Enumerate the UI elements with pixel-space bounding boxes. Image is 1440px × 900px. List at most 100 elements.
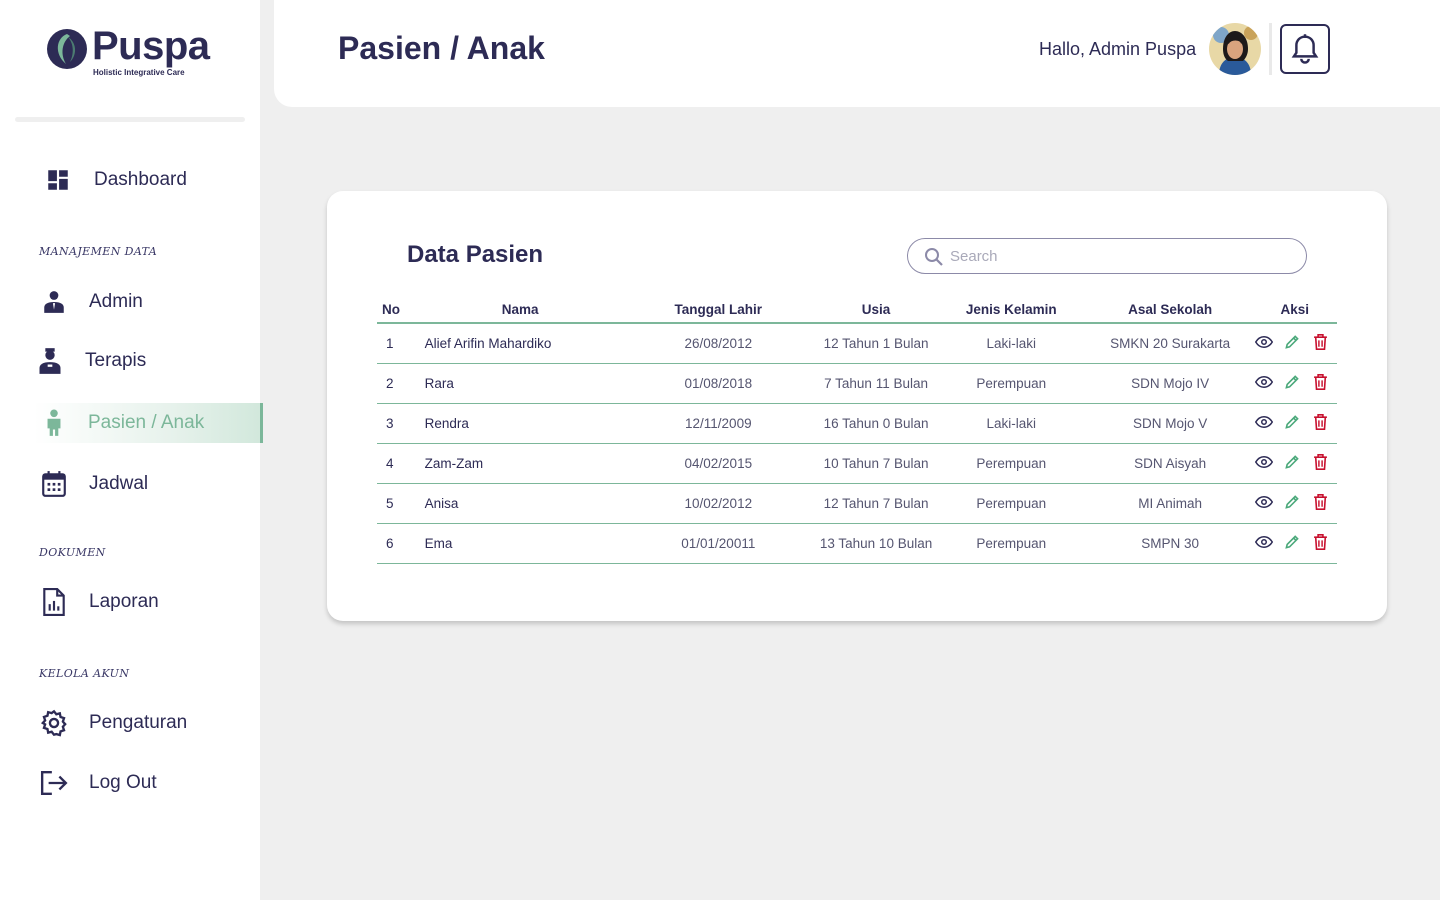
- view-button[interactable]: [1254, 414, 1274, 432]
- eye-icon: [1254, 335, 1274, 352]
- gear-icon: [38, 707, 70, 739]
- table-body: 1 Alief Arifin Mahardiko 26/08/2012 12 Tahu…: [377, 323, 1337, 564]
- column-header-tanggal-lahir[interactable]: Tanggal Lahir: [621, 295, 815, 324]
- cell-actions: [1254, 323, 1337, 364]
- cell-nama: Zam-Zam: [418, 443, 622, 484]
- delete-button[interactable]: [1311, 533, 1329, 553]
- dashboard-icon: [42, 164, 74, 196]
- view-button[interactable]: [1254, 454, 1274, 472]
- column-header-jenis-kelamin[interactable]: Jenis Kelamin: [937, 295, 1086, 324]
- column-header-nama[interactable]: Nama: [418, 295, 622, 324]
- cell-actions: [1254, 403, 1337, 444]
- edit-button[interactable]: [1283, 414, 1301, 432]
- sidebar-item-laporan[interactable]: Laporan: [0, 582, 262, 622]
- calendar-icon: [38, 468, 70, 500]
- cell-usia: 16 Tahun 0 Bulan: [815, 403, 938, 444]
- view-button[interactable]: [1254, 494, 1274, 512]
- edit-button[interactable]: [1283, 334, 1301, 352]
- sidebar-item-label: Jadwal: [89, 473, 149, 494]
- cell-jenis-kelamin: Perempuan: [937, 483, 1086, 524]
- report-icon: [38, 586, 70, 618]
- cell-nama: Ema: [418, 523, 622, 564]
- section-title-dokumen: DOKUMEN: [39, 546, 106, 559]
- sidebar-item-logout[interactable]: Log Out: [0, 763, 262, 803]
- cell-asal-sekolah: SDN Aisyah: [1085, 443, 1255, 484]
- search-box[interactable]: [907, 238, 1307, 274]
- pencil-icon: [1284, 374, 1300, 393]
- cell-jenis-kelamin: Perempuan: [937, 363, 1086, 404]
- trash-icon: [1313, 493, 1328, 513]
- user-greeting: Hallo, Admin Puspa: [1039, 39, 1197, 59]
- card-title: Data Pasien: [407, 241, 544, 268]
- sidebar-item-jadwal[interactable]: Jadwal: [0, 464, 262, 504]
- avatar[interactable]: [1209, 23, 1261, 75]
- table-row: 5 Anisa 10/02/2012 12 Tahun 7 Bulan Perempua…: [377, 483, 1337, 524]
- view-button[interactable]: [1254, 334, 1274, 352]
- edit-button[interactable]: [1283, 534, 1301, 552]
- edit-button[interactable]: [1283, 494, 1301, 512]
- sidebar-item-label: Pasien / Anak: [88, 412, 205, 433]
- eye-icon: [1254, 415, 1274, 432]
- edit-button[interactable]: [1283, 454, 1301, 472]
- notification-button[interactable]: [1280, 24, 1330, 74]
- column-header-aksi: Aksi: [1254, 295, 1337, 324]
- cell-usia: 13 Tahun 10 Bulan: [815, 523, 938, 564]
- cell-no: 5: [377, 483, 419, 524]
- cell-asal-sekolah: SDN Mojo IV: [1085, 363, 1255, 404]
- sidebar-item-pengaturan[interactable]: Pengaturan: [0, 703, 262, 743]
- trash-icon: [1313, 373, 1328, 393]
- cell-asal-sekolah: SMKN 20 Surakarta: [1085, 323, 1255, 364]
- sidebar-item-pasien[interactable]: Pasien / Anak: [34, 403, 263, 443]
- view-button[interactable]: [1254, 374, 1274, 392]
- cell-tanggal-lahir: 01/08/2018: [621, 363, 815, 404]
- delete-button[interactable]: [1311, 333, 1329, 352]
- sidebar-item-label: Pengaturan: [89, 712, 188, 733]
- pencil-icon: [1284, 454, 1300, 473]
- cell-actions: [1254, 483, 1337, 524]
- search-input[interactable]: [950, 245, 1290, 267]
- brand-tagline: Holistic Integrative Care: [93, 68, 185, 77]
- trash-icon: [1313, 453, 1328, 473]
- delete-button[interactable]: [1311, 453, 1329, 473]
- cell-asal-sekolah: SDN Mojo V: [1085, 403, 1255, 444]
- brand-logo[interactable]: Puspa Holistic Integrative Care: [46, 26, 210, 77]
- eye-icon: [1254, 455, 1274, 472]
- trash-icon: [1313, 533, 1328, 553]
- sidebar-item-terapis[interactable]: Terapis: [0, 341, 262, 381]
- logout-icon: [38, 767, 70, 799]
- cell-nama: Rendra: [418, 403, 622, 444]
- sidebar-item-admin[interactable]: Admin: [0, 282, 262, 322]
- page-title: Pasien / Anak: [338, 30, 545, 66]
- delete-button[interactable]: [1311, 493, 1329, 513]
- table-header-row: No Nama Tanggal Lahir Usia Jenis Kelamin…: [377, 295, 1337, 324]
- cell-jenis-kelamin: Laki-laki: [937, 323, 1086, 364]
- cell-usia: 12 Tahun 1 Bulan: [815, 323, 938, 364]
- patient-table: No Nama Tanggal Lahir Usia Jenis Kelamin…: [377, 295, 1337, 564]
- cell-actions: [1254, 523, 1337, 564]
- cell-nama: Rara: [418, 363, 622, 404]
- pencil-icon: [1284, 334, 1300, 353]
- cell-actions: [1254, 443, 1337, 484]
- cell-jenis-kelamin: Laki-laki: [937, 403, 1086, 444]
- sidebar-item-label: Log Out: [89, 772, 157, 793]
- edit-button[interactable]: [1283, 374, 1301, 392]
- column-header-asal-sekolah[interactable]: Asal Sekolah: [1085, 295, 1255, 324]
- delete-button[interactable]: [1311, 373, 1329, 393]
- cell-tanggal-lahir: 10/02/2012: [621, 483, 815, 524]
- pencil-icon: [1284, 534, 1300, 553]
- column-header-no[interactable]: No: [377, 295, 419, 324]
- section-title-manajemen: MANAJEMEN DATA: [39, 245, 158, 258]
- table-row: 2 Rara 01/08/2018 7 Tahun 11 Bulan Perempuan…: [377, 363, 1337, 404]
- cell-no: 2: [377, 363, 419, 404]
- view-button[interactable]: [1254, 534, 1274, 552]
- puspa-logo-icon: [47, 29, 87, 69]
- cell-usia: 12 Tahun 7 Bulan: [815, 483, 938, 524]
- pencil-icon: [1284, 414, 1300, 433]
- delete-button[interactable]: [1311, 413, 1329, 432]
- table-row: 3 Rendra 12/11/2009 16 Tahun 0 Bulan Laki-la…: [377, 403, 1337, 444]
- sidebar-item-label: Dashboard: [94, 169, 187, 190]
- sidebar-item-dashboard[interactable]: Dashboard: [0, 160, 262, 200]
- sidebar-divider: [15, 117, 245, 122]
- column-header-usia[interactable]: Usia: [815, 295, 938, 324]
- patient-data-card: Data Pasien No Nama Tanggal Lahir Usia J…: [327, 191, 1387, 621]
